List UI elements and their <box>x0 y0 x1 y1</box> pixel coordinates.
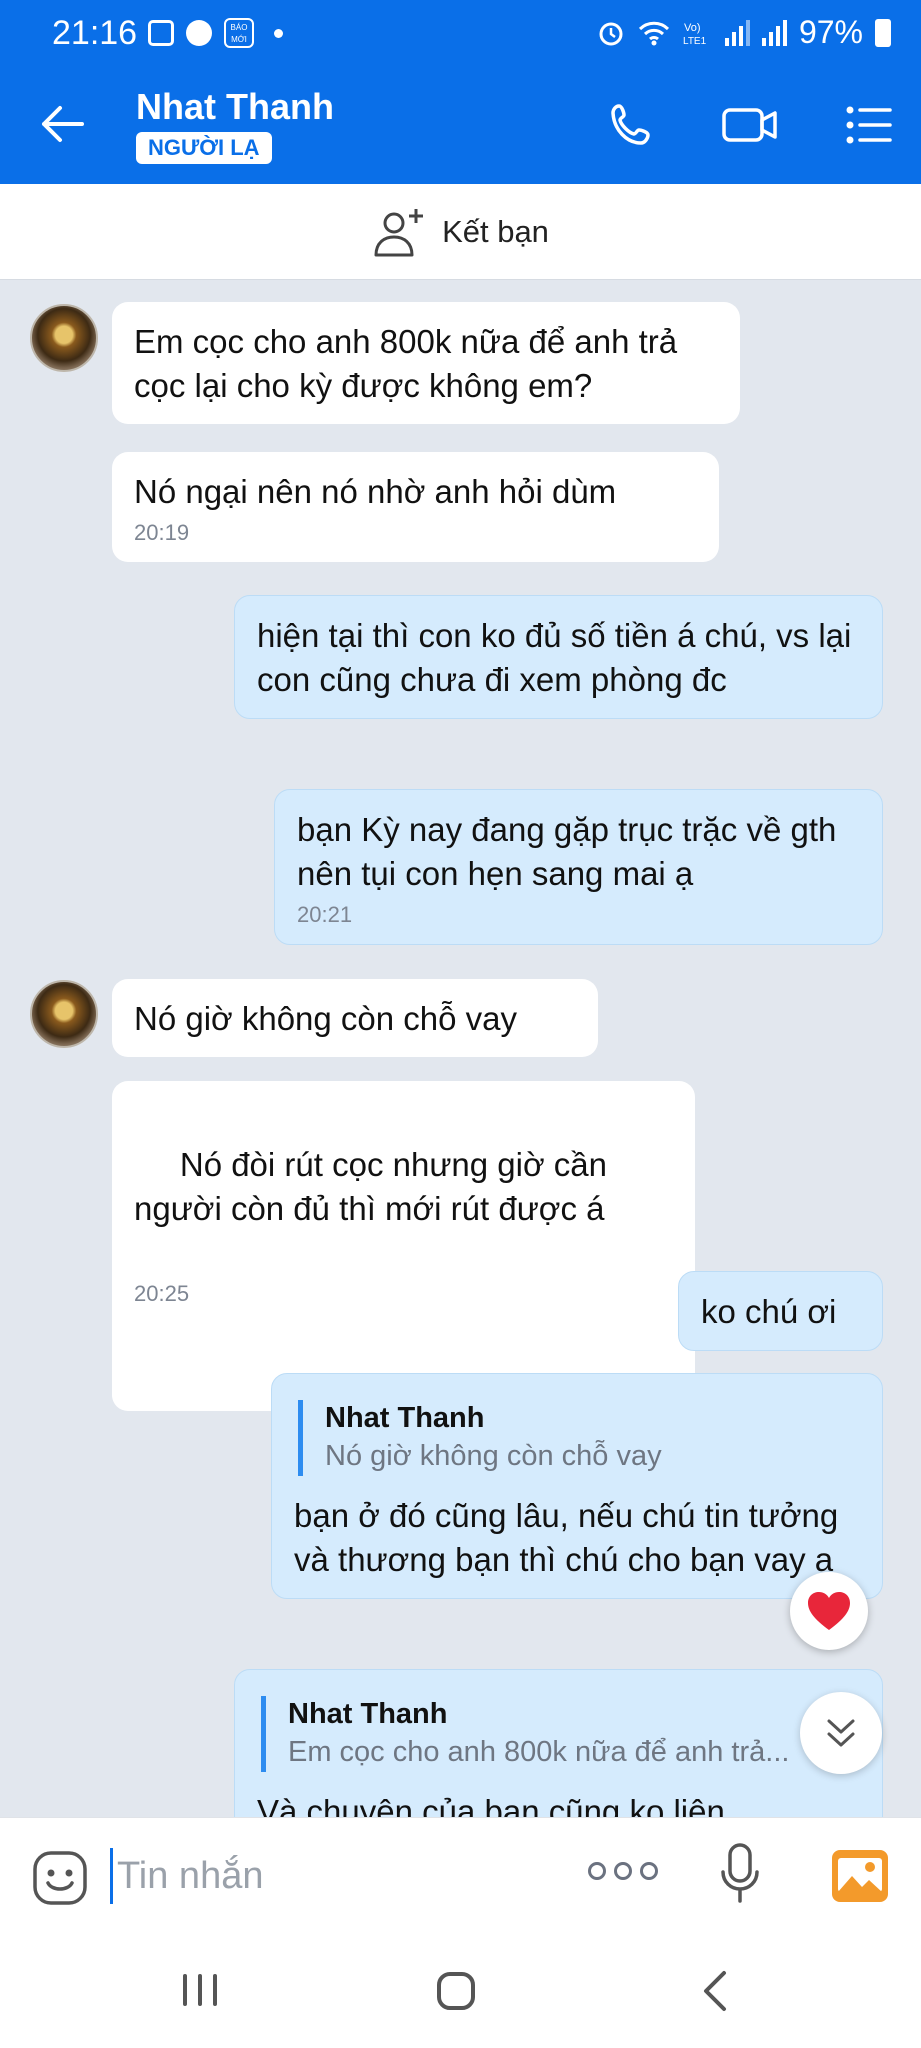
message-text: Em cọc cho anh 800k nữa để anh trả cọc l… <box>134 323 678 404</box>
message-text: ko chú ơi <box>701 1293 837 1330</box>
battery-icon <box>875 18 891 47</box>
message-outgoing-reply[interactable]: Nhat Thanh Em cọc cho anh 800k nữa để an… <box>234 1669 883 1817</box>
double-chevron-down-icon <box>827 1719 855 1747</box>
composer-bar <box>0 1817 921 1933</box>
message-text: Nó giờ không còn chỗ vay <box>134 1000 518 1037</box>
quote-text: Nó giờ không còn chỗ vay <box>325 1440 662 1472</box>
message-time: 20:19 <box>134 520 190 545</box>
stranger-badge: NGƯỜI LẠ <box>136 132 272 164</box>
battery-percent: 97% <box>798 14 863 50</box>
more-notifications-dot <box>274 28 283 38</box>
messenger-icon <box>186 20 212 46</box>
quote-author: Nhat Thanh <box>325 1402 485 1434</box>
quoted-message[interactable]: Nhat Thanh Nó giờ không còn chỗ vay <box>298 1400 860 1476</box>
menu-list-icon[interactable] <box>843 100 893 150</box>
back-arrow-icon[interactable] <box>40 104 84 144</box>
heart-reaction-icon[interactable] <box>790 1572 868 1650</box>
message-outgoing[interactable]: bạn Kỳ nay đang gặp trục trặc về gth nên… <box>274 789 883 945</box>
quoted-message[interactable]: Nhat Thanh Em cọc cho anh 800k nữa để an… <box>261 1696 860 1772</box>
avatar[interactable] <box>30 304 98 372</box>
video-call-icon[interactable] <box>721 100 779 150</box>
avatar[interactable] <box>30 980 98 1048</box>
message-text: hiện tại thì con ko đủ số tiền á chú, vs… <box>257 617 852 698</box>
message-text: Và chuyện của bạn cũng ko liên <box>257 1793 725 1817</box>
notification-icons: BÁO MỚI <box>148 18 283 48</box>
svg-text:Vo): Vo) <box>684 22 701 34</box>
gallery-notification-icon <box>148 20 174 46</box>
gallery-image-icon[interactable] <box>830 1848 890 1904</box>
message-incoming[interactable]: Nó đòi rút cọc nhưng giờ cần người còn đ… <box>112 1081 695 1411</box>
message-incoming[interactable]: Em cọc cho anh 800k nữa để anh trả cọc l… <box>112 302 740 424</box>
phone-call-icon[interactable] <box>607 100 657 150</box>
system-navigation-bar <box>0 1933 921 2048</box>
message-text: Nó ngại nên nó nhờ anh hỏi dùm <box>134 473 617 510</box>
alarm-icon <box>599 22 623 45</box>
nav-back-icon[interactable] <box>700 1969 728 2013</box>
system-icons: Vo) LTE1 97% <box>597 14 891 51</box>
svg-text:LTE1: LTE1 <box>683 36 707 47</box>
status-bar: 21:16 BÁO MỚI Vo) LTE1 97% <box>0 0 921 68</box>
scroll-to-bottom-button[interactable] <box>800 1692 882 1774</box>
header-actions <box>607 100 893 150</box>
message-text: bạn Kỳ nay đang gặp trục trặc về gth nên… <box>297 811 837 892</box>
add-friend-icon <box>374 208 424 256</box>
signal-icon-1 <box>724 19 750 46</box>
message-text: bạn ở đó cũng lâu, nếu chú tin tưởng và … <box>294 1497 839 1578</box>
message-time: 20:25 <box>134 1281 190 1306</box>
message-incoming[interactable]: Nó ngại nên nó nhờ anh hỏi dùm 20:19 <box>112 452 719 562</box>
recent-apps-icon[interactable] <box>180 1973 220 2007</box>
contact-name[interactable]: Nhat Thanh <box>136 86 334 128</box>
message-time: 20:21 <box>297 902 353 927</box>
message-list[interactable]: Em cọc cho anh 800k nữa để anh trả cọc l… <box>0 280 921 1817</box>
message-outgoing[interactable]: ko chú ơi <box>678 1271 883 1351</box>
baomoi-icon: BÁO MỚI <box>224 18 254 48</box>
message-outgoing[interactable]: hiện tại thì con ko đủ số tiền á chú, vs… <box>234 595 883 719</box>
status-time: 21:16 <box>52 14 138 52</box>
chat-header: Nhat Thanh NGƯỜI LẠ <box>0 68 921 184</box>
volte-icon: Vo) LTE1 <box>683 22 707 47</box>
add-friend-label: Kết bạn <box>442 213 549 249</box>
quote-text: Em cọc cho anh 800k nữa để anh trả... <box>288 1736 790 1768</box>
wifi-icon <box>638 21 670 45</box>
message-outgoing-reply[interactable]: Nhat Thanh Nó giờ không còn chỗ vay bạn … <box>271 1373 883 1599</box>
more-options-icon[interactable] <box>588 1862 658 1880</box>
message-incoming[interactable]: Nó giờ không còn chỗ vay <box>112 979 598 1057</box>
sticker-emoji-icon[interactable] <box>32 1850 88 1906</box>
signal-icon-2 <box>761 19 787 46</box>
message-text: Nó đòi rút cọc nhưng giờ cần người còn đ… <box>134 1146 617 1227</box>
microphone-icon[interactable] <box>720 1842 760 1906</box>
quote-author: Nhat Thanh <box>288 1698 448 1730</box>
message-input[interactable] <box>110 1848 550 1904</box>
add-friend-bar[interactable]: Kết bạn <box>0 184 921 280</box>
home-icon[interactable] <box>436 1971 476 2011</box>
